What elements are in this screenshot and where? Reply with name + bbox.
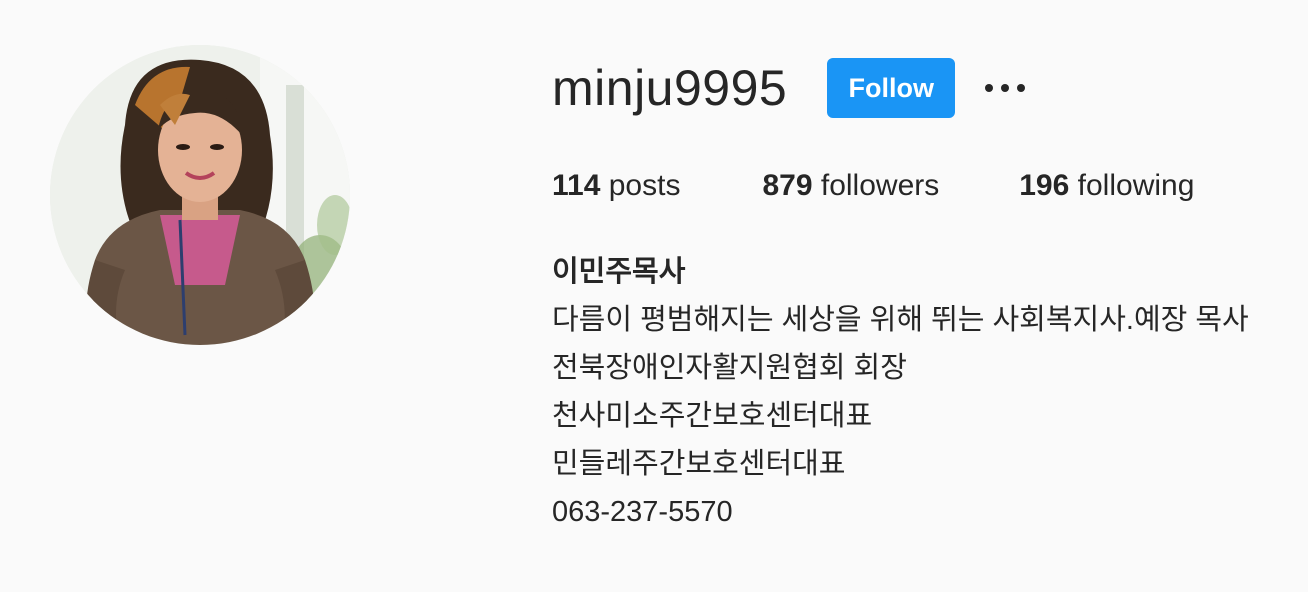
bio-line: 전북장애인자활지원협회 회장: [552, 352, 907, 384]
profile-header: minju9995 Follow 114 posts 879 followers…: [0, 0, 1308, 592]
bio-line: 민들레주간보호센터대표: [552, 448, 846, 480]
bio-phone: 063-237-5570: [552, 496, 733, 528]
followers-label: followers: [820, 169, 940, 202]
following-label: following: [1077, 169, 1195, 202]
profile-avatar[interactable]: [50, 45, 350, 345]
profile-info: minju9995 Follow 114 posts 879 followers…: [552, 48, 1292, 536]
more-options-button[interactable]: [981, 68, 1029, 108]
posts-stat[interactable]: 114 posts: [552, 166, 680, 206]
username: minju9995: [552, 60, 788, 116]
posts-count: 114: [552, 169, 601, 202]
profile-bio: 이민주목사 다름이 평범해지는 세상을 위해 뛰는 사회복지사.예장 목사 전북…: [552, 248, 1292, 536]
followers-count: 879: [762, 169, 813, 202]
more-options-icon: [985, 84, 1026, 92]
posts-label: posts: [608, 169, 681, 202]
following-count: 196: [1019, 169, 1070, 202]
followers-stat[interactable]: 879 followers: [762, 166, 939, 206]
profile-title-row: minju9995 Follow: [552, 48, 1292, 128]
bio-line: 천사미소주간보호센터대표: [552, 400, 873, 432]
follow-button[interactable]: Follow: [827, 58, 956, 118]
following-stat[interactable]: 196 following: [1019, 166, 1194, 206]
bio-line: 다름이 평범해지는 세상을 위해 뛰는 사회복지사.예장 목사: [552, 304, 1249, 336]
full-name: 이민주목사: [552, 256, 686, 288]
avatar-photo: [50, 45, 350, 345]
profile-stats: 114 posts 879 followers 196 following: [552, 166, 1292, 206]
